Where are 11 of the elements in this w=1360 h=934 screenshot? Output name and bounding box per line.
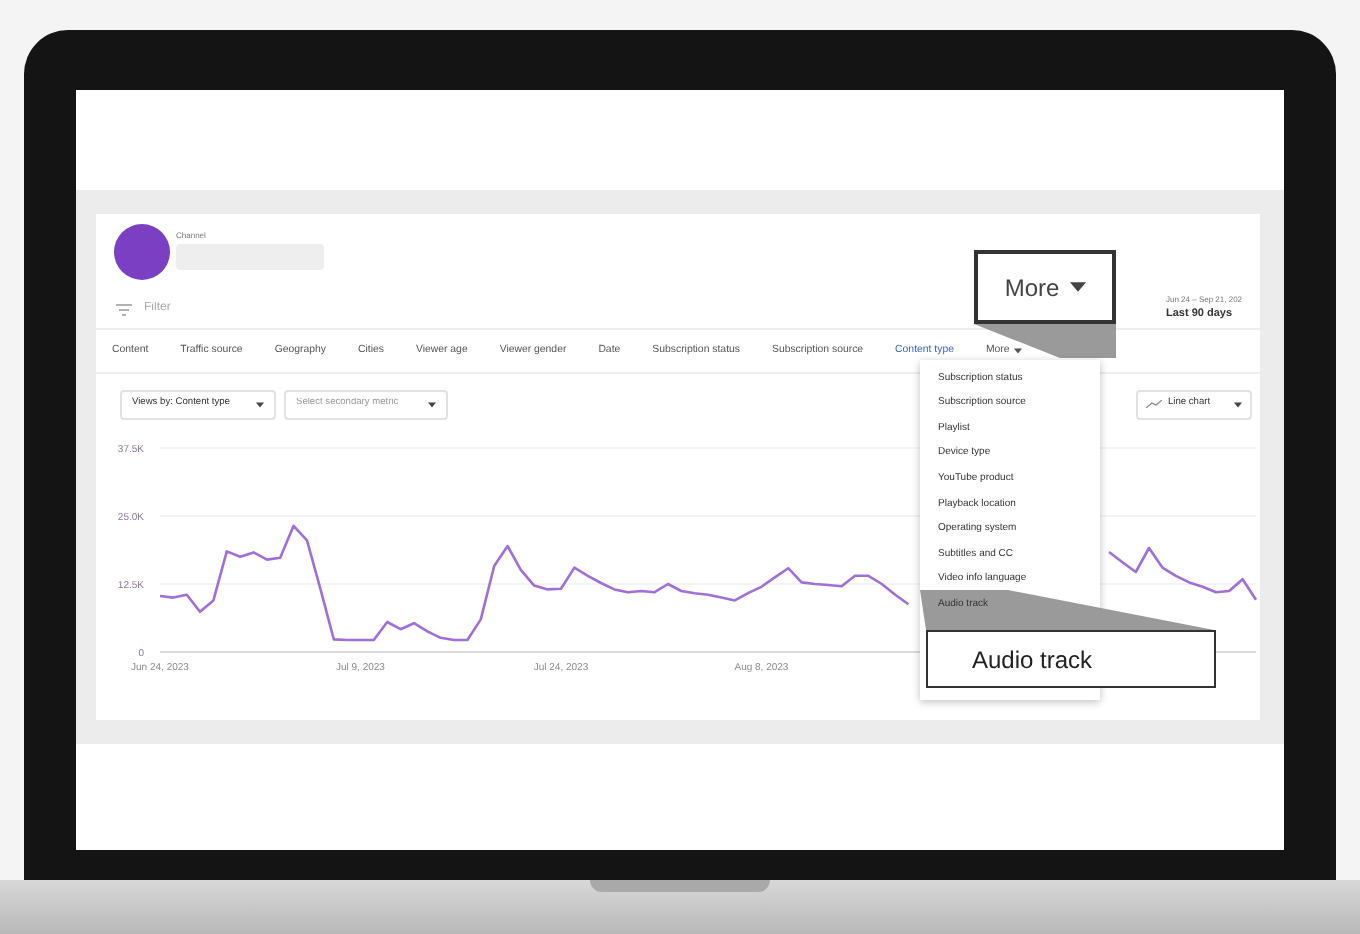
trend-line-icon bbox=[1146, 400, 1162, 408]
callout-pointer bbox=[974, 324, 1118, 360]
callout-text: Audio track bbox=[972, 643, 1093, 677]
caret-icon bbox=[1234, 401, 1242, 407]
caret-icon bbox=[428, 401, 436, 407]
caret-icon bbox=[256, 401, 264, 407]
callout-text: More bbox=[1004, 271, 1060, 305]
caret-icon bbox=[1069, 282, 1086, 292]
filter-icon bbox=[116, 303, 132, 315]
avatar bbox=[114, 224, 170, 280]
caret-icon bbox=[1013, 347, 1022, 354]
